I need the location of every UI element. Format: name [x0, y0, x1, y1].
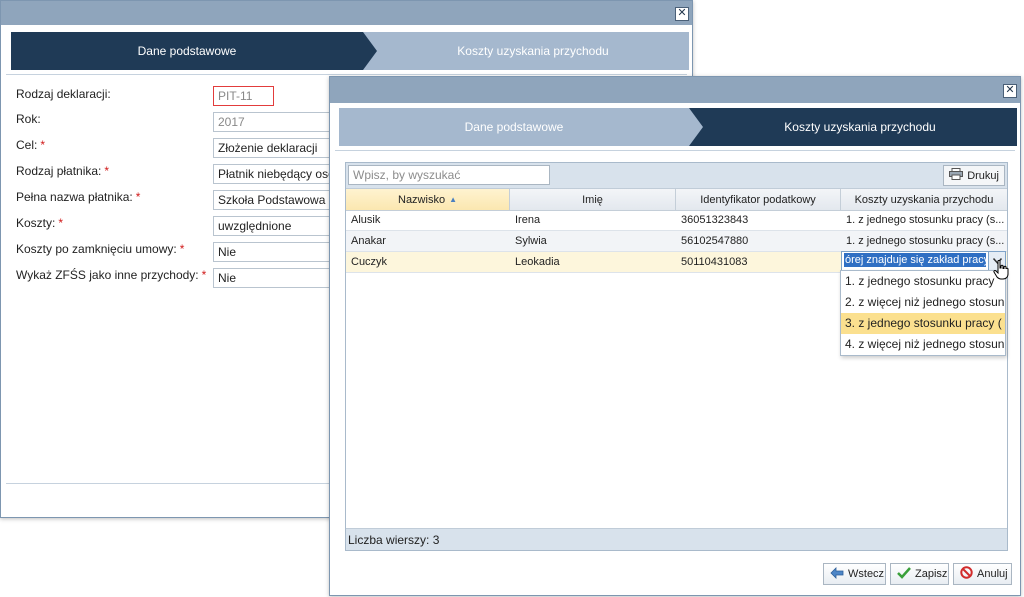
column-label: Nazwisko [398, 193, 446, 206]
column-header-koszty[interactable]: Koszty uzyskania przychodu [841, 189, 1007, 210]
field-rok[interactable]: 2017 [213, 112, 343, 132]
grid-header: Nazwisko ▲ Imię Identyfikator podatkowy … [346, 189, 1007, 211]
dropdown-option-highlighted[interactable]: 3. z jednego stosunku pracy ( [841, 313, 1005, 334]
field-koszty[interactable]: uwzględnione [213, 216, 343, 236]
field-label-cel: Cel: * [16, 135, 45, 155]
label-text: Pełna nazwa płatnika: [16, 190, 133, 204]
step-basic[interactable]: Dane podstawowe [339, 108, 703, 146]
cell-identyfikator: 56102547880 [681, 235, 749, 247]
back-step-costs-label: Koszty uzyskania przychodu [457, 44, 609, 58]
field-label-pelna-nazwa: Pełna nazwa płatnika: * [16, 187, 140, 207]
required-mark: * [201, 268, 207, 282]
cancel-button-label: Anuluj [977, 568, 1008, 580]
hand-cursor-icon [993, 259, 1009, 283]
table-row[interactable]: Alusik Irena 36051323843 1. z jednego st… [346, 210, 1007, 231]
cell-identyfikator: 36051323843 [681, 214, 749, 226]
cell-koszty[interactable]: 1. z jednego stosunku pracy (s... [841, 210, 1007, 230]
printer-icon [949, 168, 964, 183]
field-label-rodzaj-deklaracji: Rodzaj deklaracji: [16, 84, 111, 104]
cancel-circle-icon [960, 566, 973, 582]
field-cel[interactable]: Złożenie deklaracji [213, 138, 343, 158]
step-basic-label: Dane podstawowe [464, 120, 564, 134]
cell-koszty[interactable]: 1. z jednego stosunku pracy (s... [841, 231, 1007, 251]
back-button[interactable]: Wstecz [823, 563, 886, 585]
cell-identyfikator: 50110431083 [681, 256, 748, 268]
field-label-koszty: Koszty: * [16, 213, 63, 233]
dropdown-option[interactable]: 4. z więcej niż jednego stosun [841, 334, 1005, 355]
required-mark: * [135, 190, 141, 204]
sort-asc-icon: ▲ [449, 195, 457, 204]
label-text: Rodzaj płatnika: [16, 164, 102, 178]
costs-dialog-titlebar [330, 77, 1020, 103]
print-button[interactable]: Drukuj [943, 165, 1005, 186]
dialog-body-border [335, 150, 1015, 151]
required-mark: * [40, 138, 46, 152]
column-label: Imię [582, 193, 603, 206]
grid-footer: Liczba wierszy: 3 [346, 528, 1007, 550]
print-label: Drukuj [967, 169, 999, 182]
combo-editor-value[interactable]: órej znajduje się zakład pracy [844, 253, 986, 267]
cell-nazwisko: Anakar [351, 235, 386, 247]
save-button[interactable]: Zapisz [890, 563, 949, 585]
dropdown-option[interactable]: 1. z jednego stosunku pracy [841, 271, 1005, 292]
step-costs[interactable]: Koszty uzyskania przychodu [689, 108, 1017, 146]
step-costs-label: Koszty uzyskania przychodu [784, 120, 936, 134]
cell-nazwisko: Cuczyk [351, 256, 388, 268]
column-header-imie[interactable]: Imię [510, 189, 676, 210]
label-text: Cel: [16, 138, 38, 152]
field-label-koszty-po-zamknieciu: Koszty po zamknięciu umowy: * [16, 239, 184, 259]
save-button-label: Zapisz [915, 568, 948, 580]
step-arrow-shape [689, 108, 703, 146]
field-pelna-nazwa[interactable]: Szkoła Podstawowa n [213, 190, 343, 210]
field-rodzaj-deklaracji[interactable]: PIT-11 [213, 86, 274, 106]
back-dialog-body-border [6, 74, 687, 75]
column-header-identyfikator[interactable]: Identyfikator podatkowy [676, 189, 841, 210]
required-mark: * [104, 164, 110, 178]
back-button-label: Wstecz [848, 568, 885, 580]
column-label: Koszty uzyskania przychodu [854, 193, 994, 206]
field-zfss[interactable]: Nie [213, 268, 343, 288]
cancel-button[interactable]: Anuluj [953, 563, 1012, 585]
cell-imie: Sylwia [515, 235, 547, 247]
label-text: Wykaż ZFŚS jako inne przychody: [16, 268, 199, 282]
back-wizard-steps: Dane podstawowe Koszty uzyskania przycho… [11, 32, 689, 70]
label-text: Koszty: [16, 216, 56, 230]
row-count: Liczba wierszy: 3 [348, 532, 440, 547]
step-arrow-shape [363, 32, 377, 70]
employees-grid: Drukuj Nazwisko ▲ Imię Identyfikator pod… [345, 162, 1008, 551]
field-koszty-po-zamknieciu[interactable]: Nie [213, 242, 343, 262]
table-row[interactable]: Anakar Sylwia 56102547880 1. z jednego s… [346, 231, 1007, 252]
column-header-nazwisko[interactable]: Nazwisko ▲ [346, 189, 510, 210]
search-input[interactable] [348, 165, 550, 185]
field-label-rodzaj-platnika: Rodzaj płatnika: * [16, 161, 109, 181]
grid-toolbar: Drukuj [346, 163, 1007, 189]
checkmark-icon [897, 566, 911, 582]
arrow-left-icon [830, 566, 844, 582]
back-step-basic-label: Dane podstawowe [137, 44, 237, 58]
cell-imie: Leokadia [515, 256, 560, 268]
cell-imie: Irena [515, 214, 541, 226]
label-text: Rok: [16, 112, 41, 126]
label-text: Koszty po zamknięciu umowy: [16, 242, 177, 256]
field-label-rok: Rok: [16, 109, 41, 129]
back-dialog-titlebar [1, 1, 692, 25]
back-close-icon[interactable]: ✕ [675, 7, 689, 21]
back-step-costs[interactable]: Koszty uzyskania przychodu [363, 32, 689, 70]
close-icon[interactable]: ✕ [1003, 84, 1017, 98]
field-rodzaj-platnika[interactable]: Płatnik niebędący osob [213, 164, 343, 184]
wizard-steps: Dane podstawowe Koszty uzyskania przycho… [339, 108, 1017, 146]
dropdown-option[interactable]: 2. z więcej niż jednego stosun [841, 292, 1005, 313]
costs-dropdown-list: 1. z jednego stosunku pracy 2. z więcej … [840, 270, 1006, 356]
required-mark: * [58, 216, 64, 230]
back-step-basic[interactable]: Dane podstawowe [11, 32, 377, 70]
field-label-zfss: Wykaż ZFŚS jako inne przychody: * [16, 265, 206, 285]
costs-combo-editor[interactable]: órej znajduje się zakład pracy [841, 251, 1006, 271]
required-mark: * [179, 242, 185, 256]
column-label: Identyfikator podatkowy [700, 193, 816, 206]
cell-nazwisko: Alusik [351, 214, 381, 226]
label-text: Rodzaj deklaracji: [16, 87, 111, 101]
